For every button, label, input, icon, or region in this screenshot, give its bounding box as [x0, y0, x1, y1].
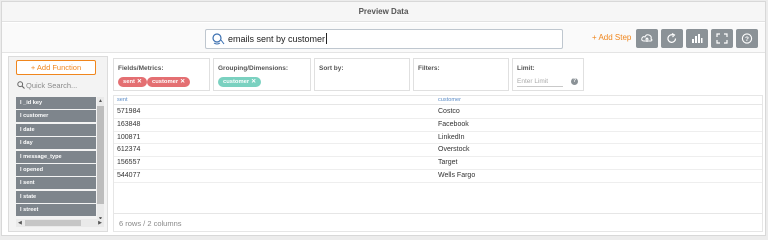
refresh-icon — [667, 33, 677, 43]
quick-search[interactable]: Quick Search... — [17, 81, 77, 90]
chip-customer-group[interactable]: customer ✕ — [218, 77, 262, 87]
scroll-left-icon[interactable]: ◀ — [18, 219, 22, 227]
limit-label: Limit: — [517, 65, 535, 72]
voice-icon[interactable] — [211, 33, 225, 45]
table-footer-count: 6 rows / 2 columns — [114, 213, 762, 232]
field-item[interactable]: I day — [16, 137, 96, 150]
field-list-scrollbar[interactable]: ▲ ▼ — [97, 97, 104, 223]
field-item[interactable]: I message_type — [16, 150, 96, 163]
table-row: 571984 Costco — [114, 106, 762, 119]
query-builder: Fields/Metrics: sent ✕ customer ✕ Grouping… — [113, 56, 763, 93]
scrollbar-thumb[interactable] — [97, 106, 104, 204]
remove-chip-icon[interactable]: ✕ — [137, 79, 142, 85]
chart-icon — [692, 34, 703, 43]
chip-customer[interactable]: customer ✕ — [147, 77, 191, 87]
limit-input[interactable]: Enter Limit — [517, 76, 563, 87]
refresh-button[interactable] — [661, 29, 683, 48]
limit-help-icon[interactable]: ? — [571, 78, 578, 85]
field-item[interactable]: I _id key — [16, 97, 96, 109]
sort-by-box[interactable]: Sort by: — [314, 58, 410, 91]
toolbar: emails sent by customer + Add Step ? — [2, 23, 765, 53]
add-function-button[interactable]: + Add Function — [16, 60, 96, 75]
cloud-upload-icon — [641, 34, 653, 42]
add-step-button[interactable]: + Add Step — [592, 32, 631, 44]
table-row: 163848 Facebook — [114, 119, 762, 132]
sort-by-label: Sort by: — [319, 65, 344, 72]
field-item[interactable]: I state — [16, 190, 96, 203]
chip-sent[interactable]: sent ✕ — [118, 77, 147, 87]
table-row: 100871 LinkedIn — [114, 132, 762, 145]
column-header-sent[interactable]: sent — [117, 96, 128, 105]
remove-chip-icon[interactable]: ✕ — [251, 79, 256, 85]
chart-button[interactable] — [686, 29, 708, 48]
preview-data-window: Preview Data emails sent by customer + A… — [1, 1, 766, 236]
window-title: Preview Data — [2, 2, 765, 22]
scroll-up-icon[interactable]: ▲ — [97, 97, 104, 105]
column-header-customer[interactable]: customer — [438, 96, 461, 105]
preview-table: sent customer 571984 Costco 163848 Faceboo… — [113, 95, 763, 232]
field-list: I _id key I customer I date I day I mess… — [16, 97, 96, 223]
fields-sidebar: + Add Function Quick Search... I _id key… — [8, 56, 108, 232]
query-text: emails sent by customer — [228, 34, 326, 44]
scroll-right-icon[interactable]: ▶ — [98, 219, 102, 227]
text-caret — [326, 33, 328, 44]
table-row: 156557 Target — [114, 157, 762, 170]
table-header: sent customer — [114, 96, 762, 105]
limit-box: Limit: Enter Limit ? — [512, 58, 584, 91]
help-icon: ? — [741, 33, 753, 44]
table-row: 612374 Overstock — [114, 144, 762, 158]
fields-metrics-box[interactable]: Fields/Metrics: sent ✕ customer ✕ — [113, 58, 210, 91]
grouping-label: Grouping/Dimensions: — [218, 65, 289, 72]
expand-icon — [716, 33, 728, 44]
remove-chip-icon[interactable]: ✕ — [180, 79, 185, 85]
field-item[interactable]: I customer — [16, 110, 96, 123]
expand-button[interactable] — [711, 29, 733, 48]
field-list-hscrollbar[interactable]: ◀ ▶ — [16, 219, 104, 227]
field-item[interactable]: I sent — [16, 177, 96, 190]
fields-metrics-label: Fields/Metrics: — [118, 65, 164, 72]
help-button[interactable]: ? — [736, 29, 758, 48]
search-icon — [17, 81, 25, 89]
filters-box[interactable]: Filters: — [413, 58, 509, 91]
query-input[interactable]: emails sent by customer — [205, 29, 563, 49]
grouping-box[interactable]: Grouping/Dimensions: customer ✕ — [213, 58, 311, 91]
filters-label: Filters: — [418, 65, 440, 72]
field-item[interactable]: I street — [16, 204, 96, 217]
cloud-upload-button[interactable] — [636, 29, 658, 48]
field-item[interactable]: I opened — [16, 163, 96, 176]
hscrollbar-thumb[interactable] — [25, 220, 81, 226]
svg-text:?: ? — [745, 36, 749, 43]
field-item[interactable]: I date — [16, 123, 96, 136]
table-row: 544077 Wells Fargo — [114, 170, 762, 183]
quick-search-placeholder: Quick Search... — [26, 81, 78, 90]
